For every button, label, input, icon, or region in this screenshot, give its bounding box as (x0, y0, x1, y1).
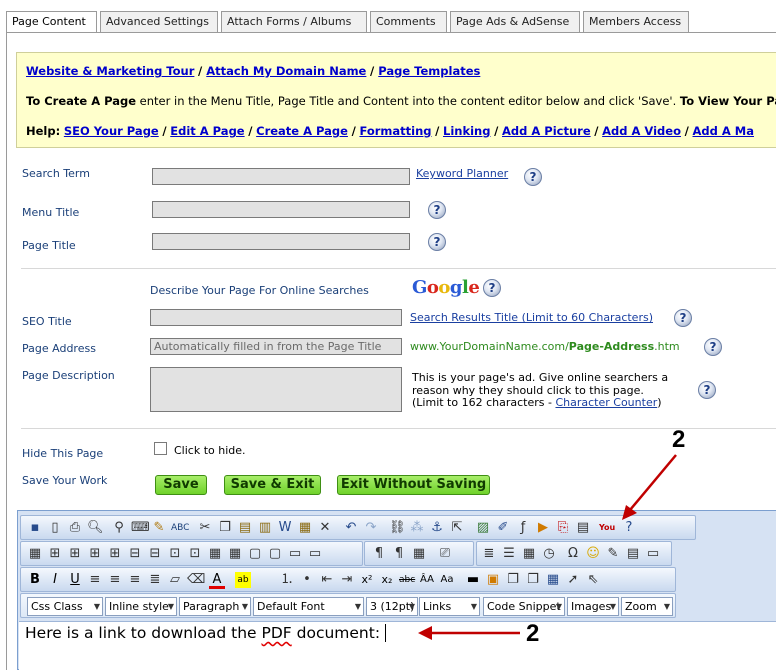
annotation-arrow-top (622, 454, 677, 520)
annotation-overlay (418, 454, 677, 640)
annotation-number-bottom: 2 (526, 620, 540, 647)
annotation-number-top: 2 (672, 426, 686, 453)
annotation-arrow-bottom (418, 626, 520, 640)
